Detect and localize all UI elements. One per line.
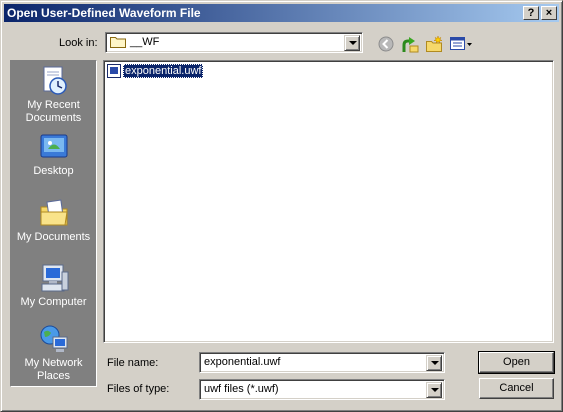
look-in-value: __WF — [130, 36, 160, 48]
place-my-network-places[interactable]: My Network Places — [11, 323, 96, 383]
cancel-button[interactable]: Cancel — [479, 378, 554, 399]
place-desktop[interactable]: Desktop — [11, 131, 96, 178]
look-in-label: Look in: — [59, 37, 98, 49]
file-name-value: exponential.uwf — [204, 356, 281, 368]
place-label: My Computer — [20, 296, 87, 308]
network-places-icon — [38, 323, 70, 355]
file-type-dropdown-arrow[interactable] — [426, 382, 442, 398]
file-name-input[interactable]: exponential.uwf — [199, 352, 445, 373]
view-menu-icon[interactable] — [449, 35, 473, 53]
file-name-dropdown-arrow[interactable] — [426, 355, 442, 371]
place-my-documents[interactable]: My Documents — [11, 197, 96, 244]
help-button[interactable]: ? — [523, 6, 539, 20]
recent-documents-icon — [38, 65, 70, 97]
place-label: My Documents — [16, 231, 91, 243]
my-computer-icon — [38, 262, 70, 294]
back-icon[interactable] — [377, 35, 395, 53]
desktop-icon — [38, 131, 70, 163]
open-file-dialog: Open User-Defined Waveform File ? × Look… — [0, 0, 563, 412]
look-in-dropdown-arrow[interactable] — [344, 35, 360, 51]
places-bar: My Recent Documents Desktop My Documents… — [10, 60, 97, 387]
file-name-text: exponential.uwf — [123, 64, 204, 78]
uwf-file-icon — [107, 64, 121, 78]
close-button[interactable]: × — [541, 6, 557, 20]
file-type-label: Files of type: — [107, 383, 170, 395]
open-button[interactable]: Open — [478, 351, 555, 374]
place-label: My Recent Documents — [25, 99, 82, 124]
my-documents-icon — [38, 197, 70, 229]
new-folder-icon[interactable] — [425, 35, 443, 53]
file-list[interactable] — [103, 60, 554, 343]
file-name-label: File name: — [107, 357, 159, 369]
place-my-recent-documents[interactable]: My Recent Documents — [11, 65, 96, 125]
place-label: My Network Places — [24, 357, 83, 382]
up-folder-icon[interactable] — [401, 35, 419, 53]
title-bar[interactable]: Open User-Defined Waveform File ? × — [4, 4, 559, 22]
dialog-title: Open User-Defined Waveform File — [7, 6, 201, 20]
folder-icon — [110, 36, 126, 48]
file-type-value: uwf files (*.uwf) — [204, 383, 279, 395]
look-in-combobox[interactable]: __WF — [105, 32, 363, 53]
file-type-select[interactable]: uwf files (*.uwf) — [199, 379, 445, 400]
place-label: Desktop — [33, 165, 74, 177]
place-my-computer[interactable]: My Computer — [11, 262, 96, 309]
